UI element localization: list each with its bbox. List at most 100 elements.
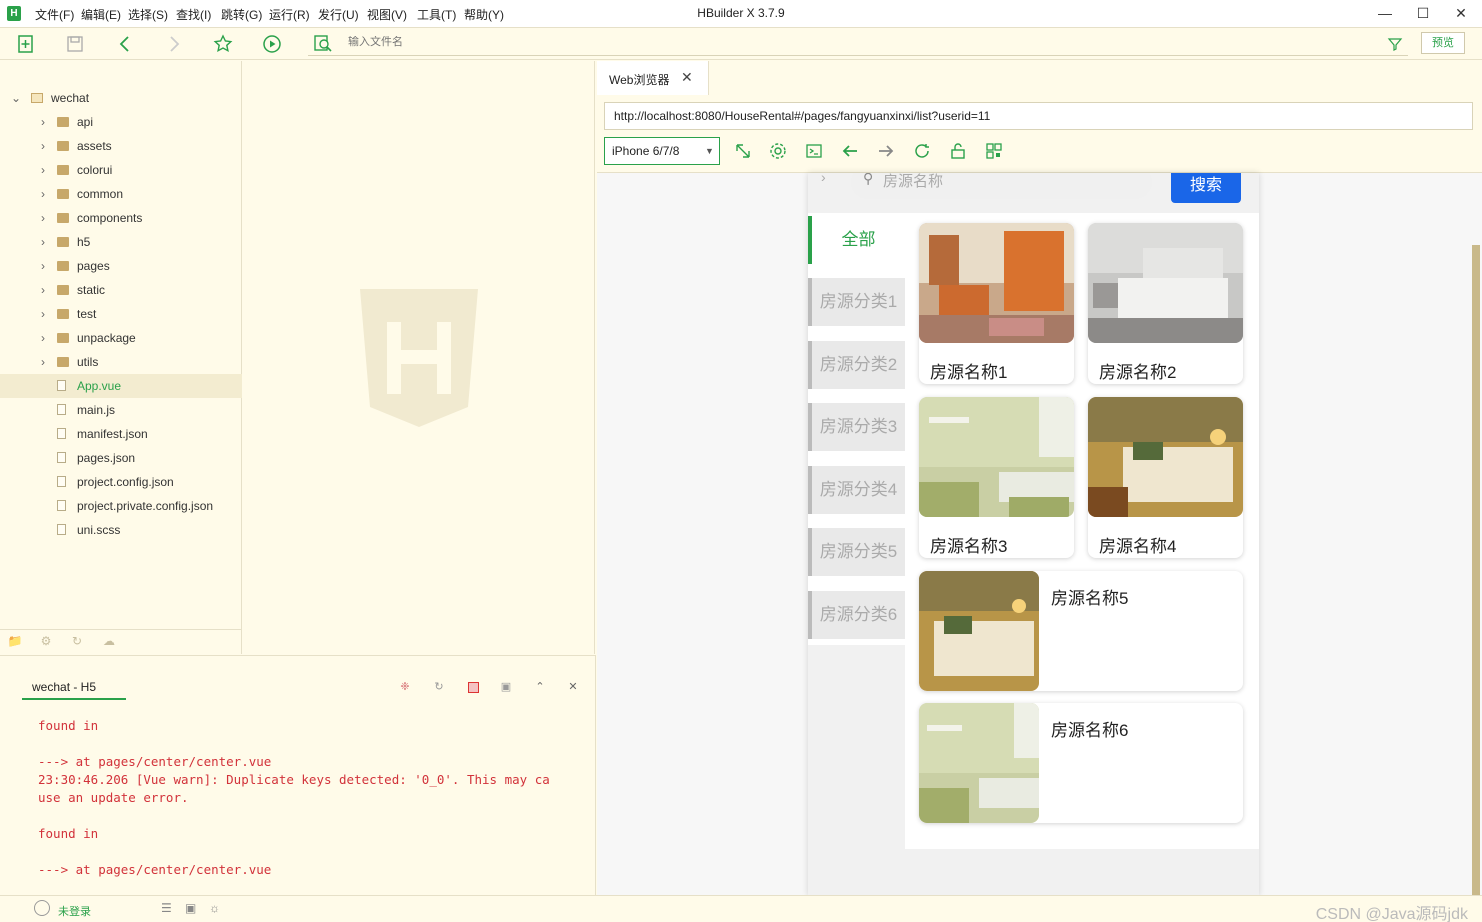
forward-icon[interactable] (163, 33, 185, 55)
settings-icon[interactable] (768, 141, 788, 161)
menu-find[interactable]: 查找(I) (176, 6, 211, 23)
menu-run[interactable]: 运行(R) (269, 6, 310, 23)
tab-web-browser[interactable]: Web浏览器 ✕ (597, 61, 709, 95)
refresh-icon[interactable] (912, 141, 932, 161)
lock-icon[interactable] (948, 141, 968, 161)
tree-file[interactable]: App.vue (0, 374, 242, 398)
editor-area[interactable] (243, 61, 595, 654)
tree-folder[interactable]: › api (0, 110, 242, 134)
plugin-icon[interactable]: ☼ (209, 901, 220, 915)
new-file-icon[interactable] (15, 33, 37, 55)
tree-folder[interactable]: › components (0, 206, 242, 230)
url-input[interactable]: http://localhost:8080/HouseRental#/pages… (604, 102, 1473, 130)
sync-tab-icon[interactable]: ↻ (69, 634, 85, 650)
close-window-icon[interactable]: ✕ (1447, 3, 1475, 23)
tree-folder[interactable]: › h5 (0, 230, 242, 254)
tree-folder[interactable]: › common (0, 182, 242, 206)
stop-icon[interactable] (465, 680, 481, 696)
chevron-right-icon[interactable]: › (37, 230, 49, 254)
listing-card[interactable]: 房源名称6 (919, 703, 1243, 823)
listing-card[interactable]: 房源名称2 (1088, 223, 1243, 384)
category-item[interactable]: 房源分类2 (808, 341, 905, 389)
tree-folder[interactable]: › static (0, 278, 242, 302)
tree-file[interactable]: pages.json (0, 446, 242, 470)
chevron-up-icon[interactable]: ⌃ (532, 680, 548, 696)
menu-goto[interactable]: 跳转(G) (221, 6, 262, 23)
tree-file[interactable]: project.config.json (0, 470, 242, 494)
menu-publish[interactable]: 发行(U) (318, 6, 359, 23)
file-search-box[interactable] (308, 30, 1408, 56)
category-all[interactable]: 全部 (808, 216, 905, 264)
cloud-tab-icon[interactable]: ☁ (101, 634, 117, 650)
app-search-bar[interactable]: ⚲ 房源名称 (851, 173, 1152, 199)
category-item[interactable]: 房源分类3 (808, 403, 905, 451)
tree-file[interactable]: main.js (0, 398, 242, 422)
phone-simulator[interactable]: › ⚲ 房源名称 搜索 全部 房源分类1 房源分类2 房源分类3 房源分类4 房… (808, 173, 1259, 896)
category-item[interactable]: 房源分类4 (808, 466, 905, 514)
listing-card[interactable]: 房源名称3 (919, 397, 1074, 558)
menu-view[interactable]: 视图(V) (367, 6, 407, 23)
restart-icon[interactable]: ↻ (431, 680, 447, 696)
tree-folder[interactable]: › utils (0, 350, 242, 374)
tree-folder[interactable]: › assets (0, 134, 242, 158)
chevron-right-icon[interactable]: › (37, 182, 49, 206)
chevron-right-icon[interactable]: › (37, 110, 49, 134)
chevron-right-icon[interactable]: › (37, 350, 49, 374)
qrcode-icon[interactable] (984, 141, 1004, 161)
clear-console-icon[interactable]: ✕ (565, 680, 581, 696)
category-item[interactable]: 房源分类6 (808, 591, 905, 639)
list-icon[interactable]: ☰ (161, 901, 172, 915)
menu-edit[interactable]: 编辑(E) (81, 6, 121, 23)
user-avatar-icon[interactable] (34, 900, 50, 916)
listing-card[interactable]: 房源名称5 (919, 571, 1243, 691)
filter-icon[interactable] (1387, 36, 1403, 55)
preview-button[interactable]: 预览 (1421, 32, 1465, 54)
chevron-right-icon[interactable]: › (37, 326, 49, 350)
chevron-right-icon[interactable]: › (37, 206, 49, 230)
device-select[interactable]: iPhone 6/7/8 ▼ (604, 137, 720, 165)
listing-card[interactable]: 房源名称4 (1088, 397, 1243, 558)
search-button[interactable]: 搜索 (1171, 173, 1241, 203)
save-icon[interactable] (64, 33, 86, 55)
project-tab-icon[interactable]: 📁 (7, 634, 23, 650)
devtools-icon[interactable] (804, 141, 824, 161)
tree-folder[interactable]: › colorui (0, 158, 242, 182)
tree-project-root[interactable]: ⌄ wechat (0, 86, 242, 110)
nav-back-icon[interactable] (840, 141, 860, 161)
tree-folder[interactable]: › test (0, 302, 242, 326)
star-icon[interactable] (212, 33, 234, 55)
menu-file[interactable]: 文件(F) (35, 6, 74, 23)
debug-tab-icon[interactable]: ⚙ (38, 634, 54, 650)
open-external-icon[interactable]: ▣ (498, 680, 514, 696)
terminal-icon[interactable]: ▣ (185, 901, 196, 915)
file-search-input[interactable] (348, 36, 748, 48)
tree-file[interactable]: project.private.config.json (0, 494, 242, 518)
category-item[interactable]: 房源分类1 (808, 278, 905, 326)
tree-file[interactable]: manifest.json (0, 422, 242, 446)
bug-icon[interactable]: ❉ (397, 680, 413, 696)
chevron-right-icon[interactable]: › (37, 134, 49, 158)
category-item[interactable]: 房源分类5 (808, 528, 905, 576)
menu-select[interactable]: 选择(S) (128, 6, 168, 23)
minimize-icon[interactable]: — (1371, 3, 1399, 23)
menu-tools[interactable]: 工具(T) (417, 6, 456, 23)
login-status[interactable]: 未登录 (58, 903, 91, 919)
chevron-right-icon[interactable]: › (37, 278, 49, 302)
menu-help[interactable]: 帮助(Y) (464, 6, 504, 23)
chevron-right-icon[interactable]: › (37, 254, 49, 278)
chevron-right-icon[interactable]: › (37, 302, 49, 326)
nav-forward-icon[interactable] (876, 141, 896, 161)
console-tab[interactable]: wechat - H5 (22, 680, 126, 700)
tree-folder[interactable]: › pages (0, 254, 242, 278)
tree-folder[interactable]: › unpackage (0, 326, 242, 350)
scrollbar[interactable] (1472, 245, 1480, 895)
chevron-right-icon[interactable]: › (37, 158, 49, 182)
chevron-right-icon[interactable]: › (821, 173, 826, 185)
maximize-icon[interactable]: ☐ (1409, 3, 1437, 23)
back-icon[interactable] (114, 33, 136, 55)
listing-card[interactable]: 房源名称1 (919, 223, 1074, 384)
rotate-icon[interactable] (733, 141, 753, 161)
close-tab-icon[interactable]: ✕ (681, 69, 693, 86)
run-icon[interactable] (261, 33, 283, 55)
tree-file[interactable]: uni.scss (0, 518, 242, 542)
